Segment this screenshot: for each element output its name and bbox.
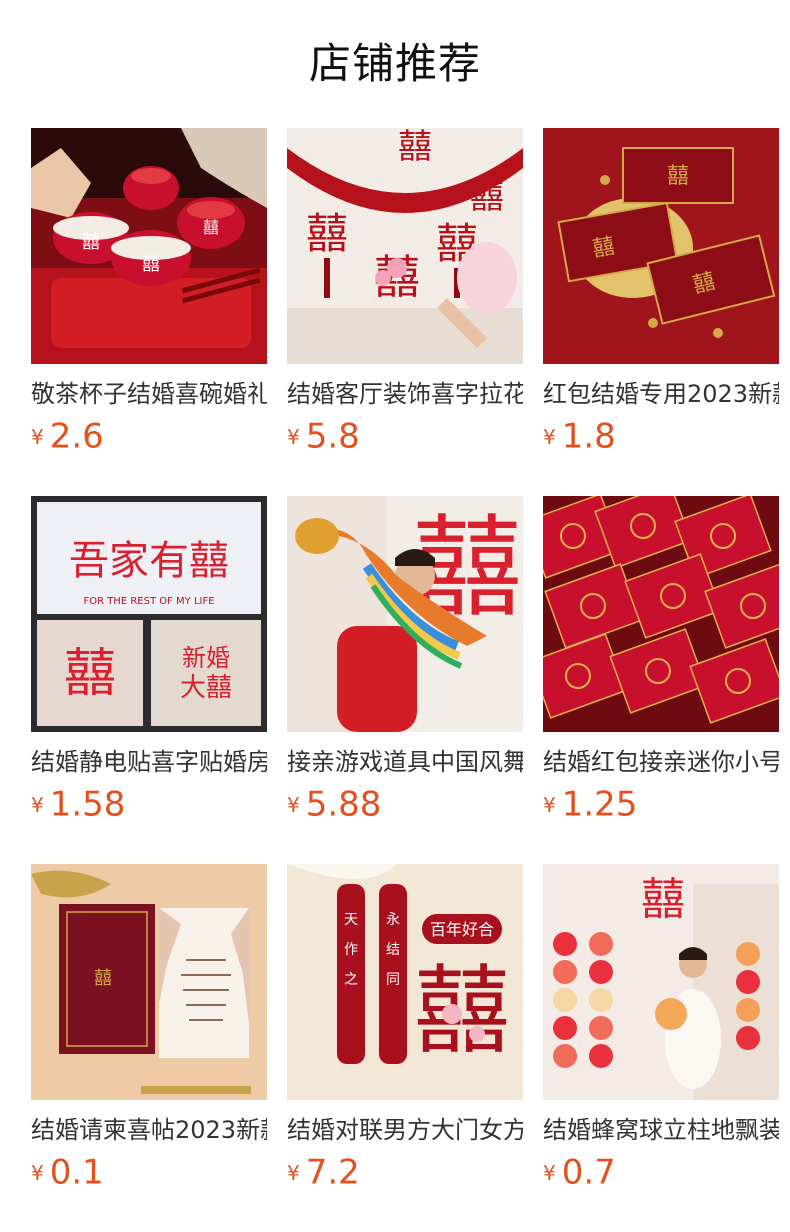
product-image[interactable]: 吾家有囍 FOR THE REST OF MY LIFE 囍 新婚 大囍 xyxy=(31,496,267,732)
product-name[interactable]: 结婚红包接亲迷你小号利是 xyxy=(543,744,779,780)
product-image[interactable] xyxy=(543,496,779,732)
product-price: ¥1.8 xyxy=(543,416,779,457)
svg-text:同: 同 xyxy=(386,972,400,988)
section-title: 店铺推荐 xyxy=(308,39,481,88)
currency-symbol: ¥ xyxy=(31,792,44,817)
svg-text:百年好合: 百年好合 xyxy=(430,920,494,939)
currency-symbol: ¥ xyxy=(31,424,44,449)
svg-text:囍: 囍 xyxy=(470,177,504,217)
svg-text:囍: 囍 xyxy=(142,254,160,275)
product-name[interactable]: 结婚客厅装饰喜字拉花套装 xyxy=(287,376,523,412)
svg-text:囍: 囍 xyxy=(203,218,219,237)
svg-text:囍: 囍 xyxy=(398,128,432,167)
price-value: 0.1 xyxy=(49,1152,104,1193)
currency-symbol: ¥ xyxy=(287,1160,300,1185)
product-name[interactable]: 红包结婚专用2023新款利是封 xyxy=(543,376,779,412)
svg-text:大囍: 大囍 xyxy=(180,673,232,703)
product-image[interactable]: 囍 囍 囍 囍 囍 xyxy=(287,128,523,364)
product-card[interactable]: 囍 接亲游戏道具中国风舞龙 ¥5.88 xyxy=(287,496,523,864)
currency-symbol: ¥ xyxy=(287,424,300,449)
product-price: ¥5.88 xyxy=(287,784,523,825)
product-price: ¥0.1 xyxy=(31,1152,267,1193)
price-value: 7.2 xyxy=(305,1152,360,1193)
product-image[interactable]: 囍 囍 囍 xyxy=(543,128,779,364)
svg-text:天: 天 xyxy=(344,912,358,928)
product-card[interactable]: 天 作 之 永 结 同 百年好合 囍 结婚对联男方大门女方婚房 ¥7.2 xyxy=(287,864,523,1232)
svg-text:囍: 囍 xyxy=(414,955,510,1067)
product-card[interactable]: 囍 囍 囍 敬茶杯子结婚喜碗婚礼用品 ¥2.6 xyxy=(31,128,267,496)
svg-text:囍: 囍 xyxy=(64,644,116,704)
svg-text:FOR THE REST OF MY LIFE: FOR THE REST OF MY LIFE xyxy=(83,596,214,607)
product-name[interactable]: 结婚对联男方大门女方婚房 xyxy=(287,1112,523,1148)
product-name[interactable]: 结婚蜂窝球立柱地飘装饰 xyxy=(543,1112,779,1148)
product-name[interactable]: 接亲游戏道具中国风舞龙 xyxy=(287,744,523,780)
product-price: ¥5.8 xyxy=(287,416,523,457)
product-price: ¥7.2 xyxy=(287,1152,523,1193)
svg-text:结: 结 xyxy=(386,942,400,958)
currency-symbol: ¥ xyxy=(31,1160,44,1185)
currency-symbol: ¥ xyxy=(287,792,300,817)
product-price: ¥1.58 xyxy=(31,784,267,825)
product-card[interactable]: 囍 结婚蜂窝球立柱地飘装 ¥ 0.7 xyxy=(543,864,779,1232)
product-card[interactable]: 吾家有囍 FOR THE REST OF MY LIFE 囍 新婚 大囍 结婚静… xyxy=(31,496,267,864)
svg-text:囍: 囍 xyxy=(82,232,100,253)
svg-text:囍: 囍 xyxy=(94,968,112,989)
svg-text:囍: 囍 xyxy=(641,874,685,925)
price-value: 1.8 xyxy=(561,416,616,457)
currency-symbol: ¥ xyxy=(543,792,556,817)
svg-text:之: 之 xyxy=(344,972,358,988)
product-card[interactable]: 囍 囍 囍 囍 囍 结婚客厅装饰喜字拉花套装 ¥5.8 xyxy=(287,128,523,496)
svg-text:吾家有囍: 吾家有囍 xyxy=(69,538,229,584)
product-price: ¥1.25 xyxy=(543,784,779,825)
product-name[interactable]: 敬茶杯子结婚喜碗婚礼用品 xyxy=(31,376,267,412)
product-card[interactable]: 囍 囍 囍 红包结婚专用2023新款利是封 ¥1.8 xyxy=(543,128,779,496)
svg-text:作: 作 xyxy=(344,942,358,958)
product-image[interactable]: 囍 囍 囍 xyxy=(31,128,267,364)
product-image[interactable]: 囍 xyxy=(543,864,779,1100)
svg-text:永: 永 xyxy=(386,912,400,928)
price-value: 1.25 xyxy=(561,784,638,825)
product-card[interactable]: 囍 结婚请柬喜帖2023新款高级 ¥0.1 xyxy=(31,864,267,1232)
price-value: 2.6 xyxy=(49,416,104,457)
price-value: 5.88 xyxy=(305,784,382,825)
product-price: ¥0.7 xyxy=(543,1152,779,1193)
svg-text:新婚: 新婚 xyxy=(182,644,230,672)
price-value: 0.7 xyxy=(561,1152,616,1193)
svg-text:囍: 囍 xyxy=(667,164,689,189)
product-card[interactable]: 结婚红包接亲迷你小号利是 ¥1.25 xyxy=(543,496,779,864)
currency-symbol: ¥ xyxy=(543,424,556,449)
product-name[interactable]: 结婚静电贴喜字贴婚房窗花 xyxy=(31,744,267,780)
product-grid: 囍 囍 囍 敬茶杯子结婚喜碗婚礼用品 ¥2.6 囍 囍 囍 囍 囍 xyxy=(31,128,790,1232)
product-image[interactable]: 囍 xyxy=(31,864,267,1100)
product-price: ¥2.6 xyxy=(31,416,267,457)
product-image[interactable]: 囍 xyxy=(287,496,523,732)
svg-text:囍: 囍 xyxy=(306,209,348,258)
product-image[interactable]: 天 作 之 永 结 同 百年好合 囍 xyxy=(287,864,523,1100)
svg-text:囍: 囍 xyxy=(591,234,617,262)
currency-symbol: ¥ xyxy=(543,1160,556,1185)
price-value: 1.58 xyxy=(49,784,126,825)
price-value: 5.8 xyxy=(305,416,360,457)
product-name[interactable]: 结婚请柬喜帖2023新款高级 xyxy=(31,1112,267,1148)
